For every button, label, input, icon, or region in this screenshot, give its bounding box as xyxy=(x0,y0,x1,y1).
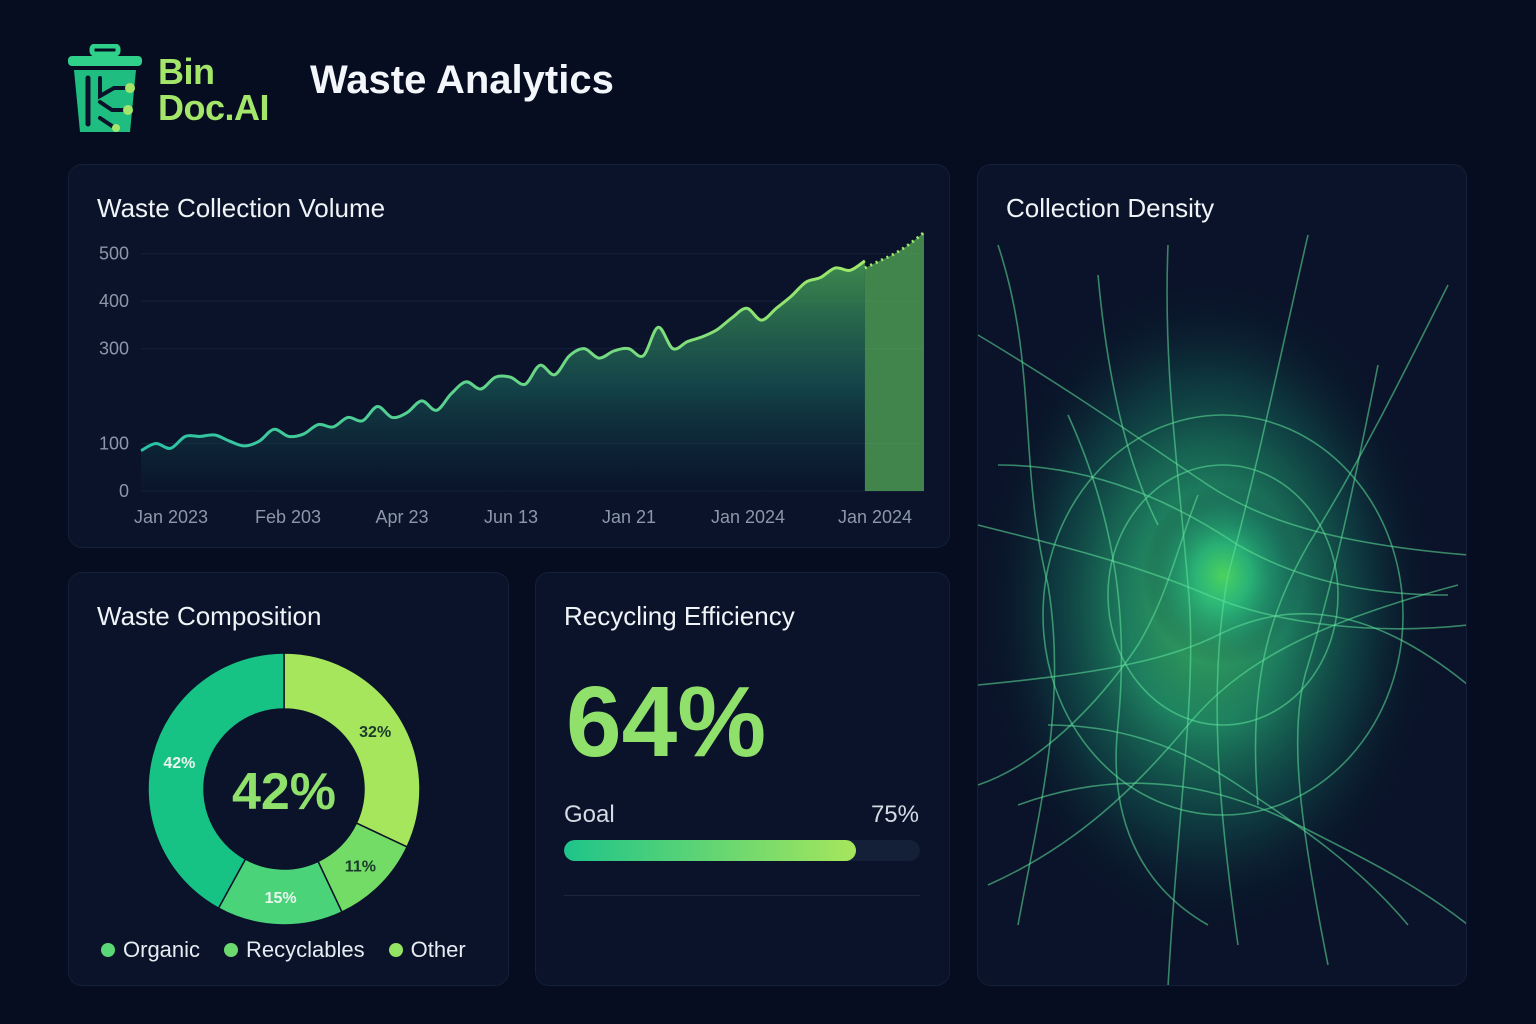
slice-label: 42% xyxy=(163,755,195,772)
x-tick-label: Jan 21 xyxy=(602,507,656,527)
legend-item[interactable]: Organic xyxy=(101,937,200,963)
y-tick-label: 100 xyxy=(99,434,129,454)
volume-projection-fill xyxy=(864,232,924,491)
composition-donut-chart[interactable]: 32% 11% 15% 42% 42% xyxy=(69,573,509,986)
x-tick-label: Jan 2024 xyxy=(838,507,912,527)
brand-line-2: Doc.AI xyxy=(158,87,270,128)
x-tick-label: Jan 2024 xyxy=(711,507,785,527)
composition-legend: Organic Recyclables Other xyxy=(101,937,466,963)
donut-center-label: 42% xyxy=(232,763,336,821)
legend-label: Other xyxy=(410,937,466,962)
y-tick-label: 400 xyxy=(99,291,129,311)
y-tick-label: 300 xyxy=(99,339,129,359)
legend-label: Organic xyxy=(123,937,201,962)
slice-label: 11% xyxy=(345,858,376,875)
collection-density-card[interactable]: Collection Density xyxy=(977,164,1467,986)
collection-density-heatmap[interactable] xyxy=(978,165,1467,986)
y-tick-label: 0 xyxy=(119,481,129,501)
volume-area-chart[interactable]: 0 100 300 400 500 Jan 2023 Feb 203 Apr 23 Jun 1… xyxy=(69,165,950,548)
page-title: Waste Analytics xyxy=(310,58,614,102)
legend-dot xyxy=(224,943,239,957)
legend-item[interactable]: Other xyxy=(388,937,466,963)
header: Bin Doc.AI xyxy=(66,40,270,140)
legend-label: Recyclables xyxy=(246,937,365,962)
legend-dot xyxy=(101,943,115,957)
y-tick-label: 500 xyxy=(99,244,129,264)
efficiency-progress-bar xyxy=(564,840,920,861)
brand-line-1: Bin xyxy=(158,51,215,92)
trash-bin-circuit-icon[interactable] xyxy=(66,44,146,136)
x-tick-label: Jun 13 xyxy=(484,507,538,527)
waste-collection-volume-card[interactable]: Waste Collection Volume 0 100 300 400 500 Ja… xyxy=(68,164,950,548)
card-title: Recycling Efficiency xyxy=(564,601,795,631)
x-tick-label: Jan 2023 xyxy=(134,507,208,527)
efficiency-progress-fill xyxy=(564,840,856,861)
legend-item[interactable]: Recyclables xyxy=(224,937,365,963)
slice-label: 15% xyxy=(265,890,297,907)
x-tick-label: Apr 23 xyxy=(375,507,428,527)
brand-name[interactable]: Bin Doc.AI xyxy=(158,51,270,128)
recycling-efficiency-card[interactable]: Recycling Efficiency 64% Goal 75% xyxy=(535,572,950,986)
efficiency-value: 64% xyxy=(566,666,767,778)
goal-label: Goal xyxy=(564,801,615,828)
goal-value: 75% xyxy=(870,801,919,828)
density-hotspot xyxy=(1143,485,1303,665)
waste-composition-card[interactable]: Waste Composition 32% 11% 15% 42% 42% Organ… xyxy=(68,572,509,986)
legend-dot xyxy=(388,943,403,957)
slice-label: 32% xyxy=(359,724,391,741)
x-tick-label: Feb 203 xyxy=(255,507,321,527)
divider xyxy=(564,895,920,896)
